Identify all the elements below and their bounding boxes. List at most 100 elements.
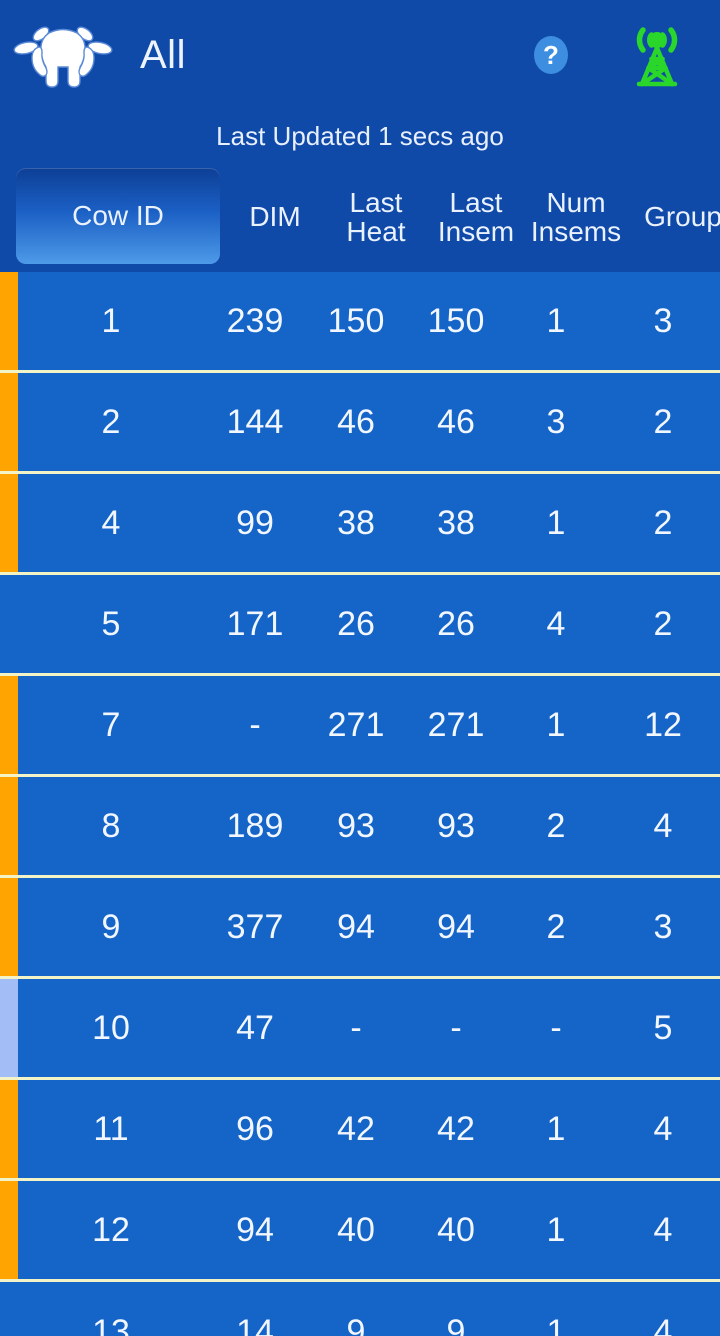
- row-cells: 4 99 38 38 1 2: [18, 474, 720, 572]
- row-status-accent-bar: [0, 272, 18, 370]
- row-cells: 7 - 271 271 1 12: [18, 676, 720, 774]
- cell-cow_id: 13: [92, 1313, 130, 1336]
- cell-cow_id: 5: [101, 604, 121, 643]
- column-header-last-insem-line1: Last: [449, 186, 503, 218]
- cell-cow_id: 1: [101, 301, 121, 340]
- row-cells: 1 239 150 150 1 3: [18, 272, 720, 370]
- cell-last_heat: 94: [337, 907, 375, 946]
- row-cells: 2 144 46 46 3 2: [18, 373, 720, 471]
- column-header-cow-id[interactable]: Cow ID: [16, 168, 220, 264]
- cell-last_heat: 9: [346, 1313, 366, 1336]
- cell-last_heat: 271: [327, 705, 385, 744]
- cell-dim: -: [249, 705, 261, 744]
- cell-dim: 14: [236, 1313, 274, 1336]
- row-cells: 10 47 - - - 5: [18, 979, 720, 1077]
- cell-cow_id: 7: [101, 705, 121, 744]
- cell-cow_id: 9: [101, 907, 121, 946]
- cell-last_insem: 26: [437, 604, 475, 643]
- cell-last_insem: 38: [437, 503, 475, 542]
- cell-group: 2: [653, 604, 673, 643]
- column-header-dim[interactable]: DIM: [224, 162, 326, 272]
- table-row[interactable]: 4 99 38 38 1 2: [0, 474, 720, 575]
- row-cells: 11 96 42 42 1 4: [18, 1080, 720, 1178]
- column-header-num-insems[interactable]: Num Insems: [526, 162, 626, 272]
- table-row[interactable]: 11 96 42 42 1 4: [0, 1080, 720, 1181]
- column-header-last-insem-line2: Insem: [437, 216, 515, 247]
- cell-last_insem: 42: [437, 1109, 475, 1148]
- row-status-accent-bar: [0, 676, 18, 774]
- row-status-accent-bar: [0, 1181, 18, 1279]
- cell-dim: 189: [226, 806, 284, 845]
- cell-dim: 239: [226, 301, 284, 340]
- cell-dim: 144: [226, 402, 284, 441]
- table-row[interactable]: 7 - 271 271 1 12: [0, 676, 720, 777]
- row-cells: 5 171 26 26 4 2: [18, 575, 720, 673]
- cell-cow_id: 10: [92, 1008, 130, 1047]
- cell-group: 5: [653, 1008, 673, 1047]
- table-row[interactable]: 9 377 94 94 2 3: [0, 878, 720, 979]
- cell-num_insems: 1: [546, 503, 566, 542]
- row-status-accent-bar: [0, 979, 18, 1077]
- cow-head-icon: [10, 19, 116, 91]
- column-header-num-insems-line1: Num: [546, 186, 606, 218]
- cell-last_heat: 40: [337, 1210, 375, 1249]
- column-header-last-insem[interactable]: Last Insem: [426, 162, 526, 272]
- cell-dim: 94: [236, 1210, 274, 1249]
- cell-group: 3: [653, 907, 673, 946]
- cell-last_heat: 42: [337, 1109, 375, 1148]
- row-cells: 8 189 93 93 2 4: [18, 777, 720, 875]
- app-bar-actions: ?: [528, 18, 694, 92]
- row-status-accent-bar: [0, 575, 18, 673]
- cell-last_insem: -: [450, 1008, 462, 1047]
- table-row[interactable]: 1 239 150 150 1 3: [0, 272, 720, 373]
- cell-dim: 377: [226, 907, 284, 946]
- page-title: All: [140, 32, 186, 77]
- cell-group: 4: [653, 806, 673, 845]
- table-row[interactable]: 10 47 - - - 5: [0, 979, 720, 1080]
- cell-num_insems: -: [550, 1008, 562, 1047]
- cell-num_insems: 2: [546, 806, 566, 845]
- cell-cow_id: 2: [101, 402, 121, 441]
- row-status-accent-bar: [0, 474, 18, 572]
- row-cells: 9 377 94 94 2 3: [18, 878, 720, 976]
- cell-num_insems: 1: [546, 705, 566, 744]
- broadcast-tower-icon[interactable]: [620, 18, 694, 92]
- table-row[interactable]: 8 189 93 93 2 4: [0, 777, 720, 878]
- column-header-group-label: Group: [644, 201, 720, 233]
- row-status-accent-bar: [0, 1080, 18, 1178]
- cell-num_insems: 1: [546, 1210, 566, 1249]
- cell-last_insem: 46: [437, 402, 475, 441]
- cell-num_insems: 2: [546, 907, 566, 946]
- row-status-accent-bar: [0, 373, 18, 471]
- cell-last_heat: 46: [337, 402, 375, 441]
- last-updated-text: Last Updated 1 secs ago: [216, 120, 504, 151]
- row-cells: 12 94 40 40 1 4: [18, 1181, 720, 1279]
- cell-num_insems: 4: [546, 604, 566, 643]
- column-header-last-heat-line1: Last: [349, 186, 403, 218]
- cell-cow_id: 8: [101, 806, 121, 845]
- column-header-last-heat[interactable]: Last Heat: [326, 162, 426, 272]
- cell-last_insem: 40: [437, 1210, 475, 1249]
- cow-table-body[interactable]: 1 239 150 150 1 3 2 144 46 46 3 2 4 99 38 38 1 2 5 171 26 26 4…: [0, 272, 720, 1336]
- cell-group: 4: [653, 1109, 673, 1148]
- column-header-dim-label: DIM: [249, 201, 301, 233]
- cell-num_insems: 1: [546, 1109, 566, 1148]
- table-header-row: Cow ID DIM Last Heat Last Insem Num Inse…: [0, 162, 720, 272]
- help-question-icon[interactable]: ?: [528, 32, 574, 78]
- last-updated-band: Last Updated 1 secs ago: [0, 110, 720, 162]
- cell-cow_id: 12: [92, 1210, 130, 1249]
- cell-last_insem: 93: [437, 806, 475, 845]
- column-header-group[interactable]: Group: [626, 162, 720, 272]
- table-row[interactable]: 5 171 26 26 4 2: [0, 575, 720, 676]
- cell-last_heat: 26: [337, 604, 375, 643]
- cell-num_insems: 3: [546, 402, 566, 441]
- cell-last_heat: -: [350, 1008, 362, 1047]
- cell-group: 2: [653, 402, 673, 441]
- table-row[interactable]: 12 94 40 40 1 4: [0, 1181, 720, 1282]
- row-status-accent-bar: [0, 878, 18, 976]
- table-row[interactable]: 13 14 9 9 1 4: [0, 1282, 720, 1336]
- cell-last_insem: 94: [437, 907, 475, 946]
- cell-last_heat: 38: [337, 503, 375, 542]
- table-row[interactable]: 2 144 46 46 3 2: [0, 373, 720, 474]
- row-status-accent-bar: [0, 777, 18, 875]
